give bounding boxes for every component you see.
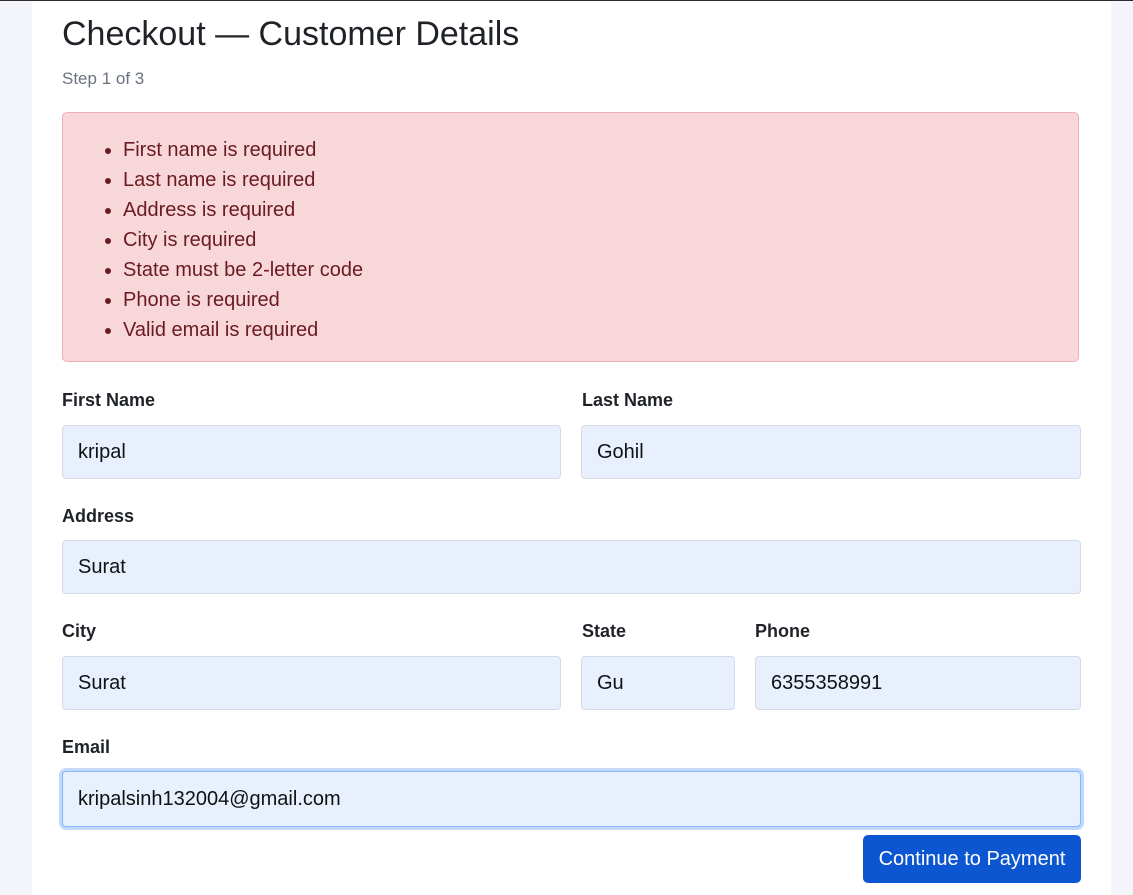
error-alert: First name is required Last name is requ… [62, 112, 1079, 362]
continue-to-payment-button[interactable]: Continue to Payment [863, 835, 1081, 883]
city-label: City [62, 621, 97, 641]
error-item: Last name is required [123, 165, 363, 195]
phone-label: Phone [755, 621, 811, 641]
last-name-input[interactable] [581, 425, 1081, 479]
email-label: Email [62, 737, 111, 757]
last-name-label: Last Name [582, 390, 674, 410]
state-input[interactable] [581, 656, 735, 710]
error-item: Valid email is required [123, 315, 363, 345]
error-item: Address is required [123, 195, 363, 225]
email-input[interactable] [62, 771, 1081, 827]
error-item: State must be 2-letter code [123, 255, 363, 285]
address-input[interactable] [62, 540, 1081, 594]
page-title: Checkout — Customer Details [62, 15, 520, 53]
error-item: City is required [123, 225, 363, 255]
phone-input[interactable] [755, 656, 1081, 710]
checkout-card: Checkout — Customer Details Step 1 of 3 … [32, 1, 1111, 895]
error-item: First name is required [123, 135, 363, 165]
error-list: First name is required Last name is requ… [123, 135, 363, 345]
city-input[interactable] [62, 656, 561, 710]
state-label: State [582, 621, 627, 641]
first-name-label: First Name [62, 390, 156, 410]
first-name-input[interactable] [62, 425, 561, 479]
address-label: Address [62, 506, 135, 526]
step-indicator: Step 1 of 3 [62, 69, 145, 88]
error-item: Phone is required [123, 285, 363, 315]
